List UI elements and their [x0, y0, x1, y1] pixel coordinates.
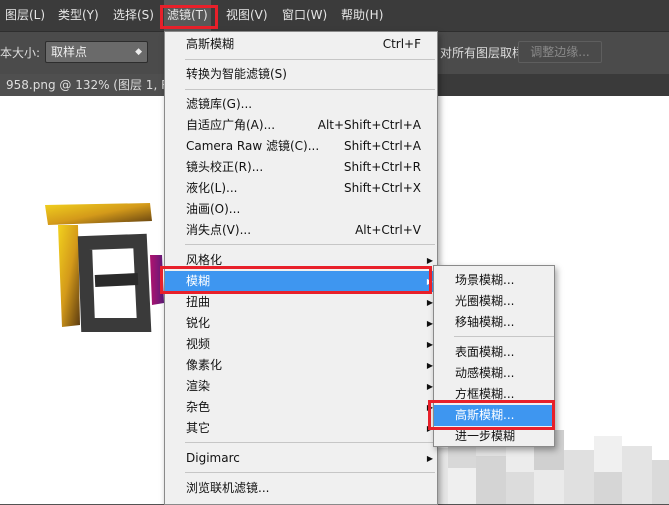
menu-select[interactable]: 选择(S) — [113, 0, 154, 31]
menu-item-label: 视频 — [186, 337, 211, 351]
submenu-item-iris-blur[interactable]: 光圈模糊... — [434, 291, 554, 312]
menu-item-label: 滤镜库(G)... — [186, 97, 253, 111]
menu-item-adaptive-wide-angle[interactable]: 自适应广角(A)... Alt+Shift+Ctrl+A — [165, 115, 437, 136]
menu-item-label: 转换为智能滤镜(S) — [186, 67, 287, 81]
menu-item-lens-correction[interactable]: 镜头校正(R)... Shift+Ctrl+R — [165, 157, 437, 178]
menu-item-pixelate[interactable]: 像素化 ▶ — [165, 355, 437, 376]
menu-item-label: 液化(L)... — [186, 181, 238, 195]
menu-item-label: 油画(O)... — [186, 202, 241, 216]
menu-item-video[interactable]: 视频 ▶ — [165, 334, 437, 355]
menu-item-shortcut: Alt+Shift+Ctrl+A — [317, 118, 421, 132]
menu-item-label: Digimarc — [186, 451, 240, 465]
annotation-highlight-filter-menu — [160, 5, 218, 29]
submenu-item-field-blur[interactable]: 场景模糊... — [434, 270, 554, 291]
menu-item-other[interactable]: 其它 ▶ — [165, 418, 437, 439]
submenu-arrow-icon: ▶ — [426, 454, 433, 463]
menu-item-render[interactable]: 渲染 ▶ — [165, 376, 437, 397]
menu-item-distort[interactable]: 扭曲 ▶ — [165, 292, 437, 313]
refine-edge-button[interactable]: 调整边缘... — [518, 41, 602, 63]
menu-bar: 图层(L) 类型(Y) 选择(S) 滤镜(T) 视图(V) 窗口(W) 帮助(H… — [0, 0, 669, 31]
menu-item-vanishing-point[interactable]: 消失点(V)... Alt+Ctrl+V — [165, 220, 437, 241]
menu-item-label: 高斯模糊 — [186, 37, 235, 51]
menu-item-shortcut: Shift+Ctrl+X — [344, 181, 421, 195]
updown-arrow-icon: ◆ — [135, 47, 142, 57]
menu-item-label: 扭曲 — [186, 295, 211, 309]
menu-window[interactable]: 窗口(W) — [282, 0, 327, 31]
menu-view[interactable]: 视图(V) — [226, 0, 268, 31]
sample-all-layers-label[interactable]: 对所有图层取样 — [440, 44, 524, 61]
menu-item-label: 镜头校正(R)... — [186, 160, 264, 174]
menu-item-label: Camera Raw 滤镜(C)... — [186, 139, 320, 153]
menu-item-sharpen[interactable]: 锐化 ▶ — [165, 313, 437, 334]
sample-size-label: 样本大小: — [0, 46, 41, 60]
submenu-item-label: 动感模糊... — [455, 366, 515, 380]
menu-item-camera-raw[interactable]: Camera Raw 滤镜(C)... Shift+Ctrl+A — [165, 136, 437, 157]
submenu-item-label: 光圈模糊... — [455, 294, 515, 308]
menu-separator — [454, 336, 554, 337]
menu-item-shortcut: Ctrl+F — [382, 37, 421, 51]
menu-item-label: 其它 — [186, 421, 211, 435]
menu-item-liquify[interactable]: 液化(L)... Shift+Ctrl+X — [165, 178, 437, 199]
menu-item-gaussian-blur-last[interactable]: 高斯模糊 Ctrl+F — [165, 34, 437, 55]
menu-layer[interactable]: 图层(L) — [5, 0, 45, 31]
menu-item-shortcut: Alt+Ctrl+V — [355, 223, 421, 237]
menu-item-filter-gallery[interactable]: 滤镜库(G)... — [165, 94, 437, 115]
menu-separator — [185, 59, 435, 60]
menu-item-convert-smart-filter[interactable]: 转换为智能滤镜(S) — [165, 64, 437, 85]
menu-item-oil-paint[interactable]: 油画(O)... — [165, 199, 437, 220]
menu-item-label: 渲染 — [186, 379, 211, 393]
menu-separator — [185, 244, 435, 245]
menu-item-label: 自适应广角(A)... — [186, 118, 276, 132]
submenu-item-tilt-shift[interactable]: 移轴模糊... — [434, 312, 554, 333]
menu-separator — [185, 472, 435, 473]
submenu-item-label: 表面模糊... — [455, 345, 515, 359]
sample-size-select[interactable]: 取样点 ◆ — [45, 41, 148, 63]
menu-item-label: 像素化 — [186, 358, 223, 372]
menu-item-browse-online-filters[interactable]: 浏览联机滤镜... — [165, 478, 437, 499]
annotation-highlight-blur-item — [160, 266, 432, 294]
menu-separator — [185, 89, 435, 90]
menu-item-label: 浏览联机滤镜... — [186, 481, 270, 495]
menu-item-noise[interactable]: 杂色 ▶ — [165, 397, 437, 418]
submenu-item-label: 场景模糊... — [455, 273, 515, 287]
menu-item-label: 锐化 — [186, 316, 211, 330]
submenu-item-label: 移轴模糊... — [455, 315, 515, 329]
menu-item-label: 杂色 — [186, 400, 211, 414]
menu-help[interactable]: 帮助(H) — [341, 0, 383, 31]
menu-item-shortcut: Shift+Ctrl+R — [343, 160, 421, 174]
menu-item-shortcut: Shift+Ctrl+A — [344, 139, 421, 153]
submenu-item-surface-blur[interactable]: 表面模糊... — [434, 342, 554, 363]
menu-item-label: 消失点(V)... — [186, 223, 252, 237]
submenu-item-motion-blur[interactable]: 动感模糊... — [434, 363, 554, 384]
menu-separator — [185, 442, 435, 443]
annotation-highlight-gaussian-blur-item — [428, 400, 555, 430]
menu-item-digimarc[interactable]: Digimarc ▶ — [165, 448, 437, 469]
menu-type[interactable]: 类型(Y) — [58, 0, 99, 31]
sample-size-value: 取样点 — [51, 45, 88, 59]
